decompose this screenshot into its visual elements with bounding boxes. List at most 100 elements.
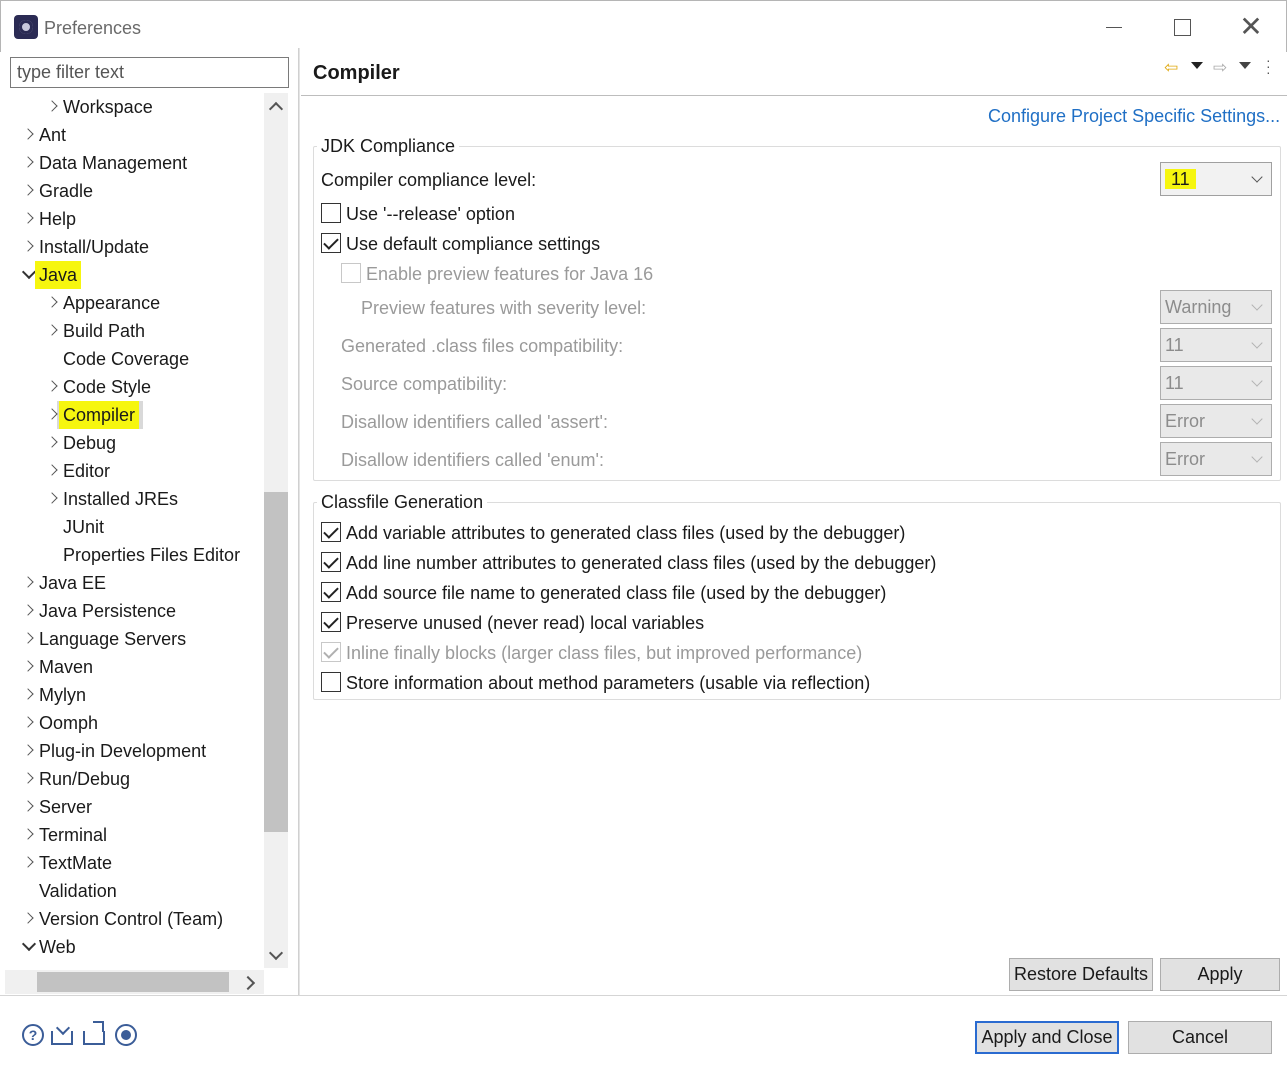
cancel-button[interactable]: Cancel [1128,1021,1272,1054]
chevron-right-icon[interactable] [21,653,39,681]
classfile-option-checkbox[interactable] [321,522,341,542]
classfile-option-checkbox[interactable] [321,552,341,572]
tree-item[interactable]: Gradle [5,177,263,205]
source-compat-select[interactable]: 11 [1160,366,1272,400]
tree-item[interactable]: Debug [5,429,263,457]
chevron-right-icon[interactable] [21,625,39,653]
chevron-right-icon[interactable] [21,233,39,261]
tree-item[interactable]: Compiler [57,401,143,429]
filter-input[interactable] [10,57,289,88]
compliance-level-select[interactable]: 11 [1160,162,1272,196]
tree-item[interactable]: Help [5,205,263,233]
tree-item[interactable]: Java [5,261,263,289]
chevron-right-icon[interactable] [21,849,39,877]
tree-item[interactable]: Build Path [5,317,263,345]
forward-history-dropdown-icon[interactable] [1239,62,1251,69]
import-icon[interactable] [51,1031,73,1045]
tree-item-label: Web [39,937,76,957]
apply-button[interactable]: Apply [1160,958,1280,991]
tree-horizontal-scroll-thumb[interactable] [37,972,229,992]
tree-item[interactable]: Language Servers [5,625,263,653]
tree-item[interactable]: Appearance [5,289,263,317]
tree-item[interactable]: Install/Update [5,233,263,261]
close-button[interactable]: ✕ [1231,11,1271,43]
chevron-right-icon[interactable] [45,429,63,457]
chevron-right-icon[interactable] [45,457,63,485]
chevron-right-icon[interactable] [21,121,39,149]
classfile-option-checkbox[interactable] [321,672,341,692]
export-icon[interactable] [83,1021,105,1045]
tree-item[interactable]: Properties Files Editor [5,541,263,569]
scroll-right-icon[interactable] [238,970,262,994]
chevron-right-icon[interactable] [21,793,39,821]
chevron-right-icon[interactable] [21,681,39,709]
tree-vertical-scroll-thumb[interactable] [264,492,288,832]
tree-item[interactable]: Web [5,933,263,961]
chevron-right-icon[interactable] [21,765,39,793]
scroll-up-icon[interactable] [264,95,288,119]
panel-splitter[interactable] [298,48,300,996]
chevron-right-icon[interactable] [45,289,63,317]
disallow-enum-select[interactable]: Error [1160,442,1272,476]
tree-item[interactable]: Terminal [5,821,263,849]
oomph-record-icon[interactable] [115,1024,137,1046]
tree-item[interactable]: Editor [5,457,263,485]
tree-item[interactable]: Java EE [5,569,263,597]
classfile-option-checkbox[interactable] [321,642,341,662]
help-icon[interactable]: ? [22,1024,44,1046]
tree-item[interactable]: Run/Debug [5,765,263,793]
minimize-button[interactable] [1093,11,1133,43]
chevron-right-icon[interactable] [21,205,39,233]
disallow-assert-select[interactable]: Error [1160,404,1272,438]
tree-item[interactable]: Java Persistence [5,597,263,625]
chevron-right-icon[interactable] [45,317,63,345]
chevron-right-icon[interactable] [45,93,63,121]
chevron-right-icon[interactable] [21,905,39,933]
apply-and-close-button[interactable]: Apply and Close [975,1021,1119,1054]
view-menu-icon[interactable]: · · · [1266,53,1272,79]
tree-item[interactable]: Mylyn [5,681,263,709]
preview-features-checkbox[interactable] [341,263,361,283]
tree-item[interactable]: Ant [5,121,263,149]
tree-item[interactable]: Data Management [5,149,263,177]
generated-compat-select[interactable]: 11 [1160,328,1272,362]
tree-item-label: Mylyn [39,685,87,705]
configure-project-settings-link[interactable]: Configure Project Specific Settings... [988,106,1280,127]
chevron-right-icon[interactable] [21,177,39,205]
tree-item[interactable]: Plug-in Development [5,737,263,765]
tree-item[interactable]: Maven [5,653,263,681]
chevron-right-icon[interactable] [21,821,39,849]
chevron-right-icon[interactable] [21,709,39,737]
tree-item-label: Compiler [59,401,140,429]
chevron-down-icon[interactable] [21,933,39,961]
tree-item[interactable]: JUnit [5,513,263,541]
scroll-down-icon[interactable] [264,944,288,968]
chevron-right-icon[interactable] [21,737,39,765]
scroll-left-icon[interactable] [8,970,32,994]
maximize-button[interactable] [1161,11,1201,43]
back-history-dropdown-icon[interactable] [1191,62,1203,69]
classfile-option-checkbox[interactable] [321,582,341,602]
chevron-right-icon[interactable] [45,485,63,513]
release-option-checkbox[interactable] [321,203,341,223]
tree-item[interactable]: Version Control (Team) [5,905,263,933]
tree-item[interactable]: Server [5,793,263,821]
page-title: Compiler [313,62,400,84]
forward-arrow-icon[interactable]: ⇨ [1213,58,1227,78]
classfile-option-checkbox[interactable] [321,612,341,632]
chevron-right-icon[interactable] [21,597,39,625]
restore-defaults-button[interactable]: Restore Defaults [1009,958,1153,991]
default-compliance-checkbox[interactable] [321,233,341,253]
tree-item[interactable]: Workspace [5,93,263,121]
chevron-right-icon[interactable] [21,149,39,177]
tree-item[interactable]: Validation [5,877,263,905]
tree-item[interactable]: TextMate [5,849,263,877]
chevron-right-icon[interactable] [21,569,39,597]
tree-item[interactable]: Oomph [5,709,263,737]
tree-item[interactable]: Code Style [5,373,263,401]
preview-severity-select[interactable]: Warning [1160,290,1272,324]
chevron-right-icon[interactable] [45,373,63,401]
tree-item[interactable]: Code Coverage [5,345,263,373]
back-arrow-icon[interactable]: ⇦ [1164,58,1178,78]
tree-item[interactable]: Installed JREs [5,485,263,513]
